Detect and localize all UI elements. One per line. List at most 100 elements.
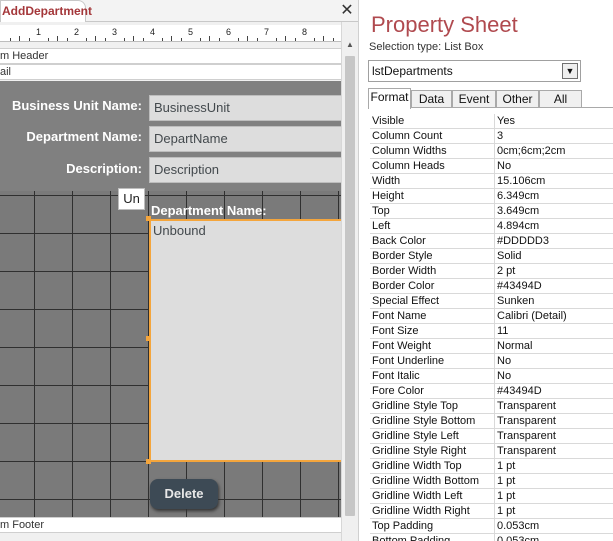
property-value[interactable]: Calibri (Detail): [494, 309, 613, 323]
property-value[interactable]: 1 pt: [494, 459, 613, 473]
property-value[interactable]: 3: [494, 129, 613, 143]
delete-button[interactable]: Delete: [150, 479, 218, 509]
designer-vertical-scrollbar[interactable]: ▲: [341, 22, 358, 541]
property-row[interactable]: Visible Yes: [370, 114, 613, 129]
description-textbox[interactable]: Description: [149, 157, 345, 183]
tab-event[interactable]: Event: [452, 90, 496, 108]
property-value[interactable]: 11: [494, 324, 613, 338]
property-value[interactable]: 1 pt: [494, 489, 613, 503]
property-row[interactable]: Left 4.894cm: [370, 219, 613, 234]
scrollbar-thumb[interactable]: [345, 56, 355, 516]
tab-all[interactable]: All: [539, 90, 582, 108]
property-value[interactable]: 0cm;6cm;2cm: [494, 144, 613, 158]
form-header-section-bar[interactable]: m Header: [0, 48, 341, 64]
tab-format[interactable]: Format: [368, 88, 411, 109]
ruler-tick: [180, 38, 182, 41]
department-name-label[interactable]: Department Name:: [8, 129, 142, 144]
property-row[interactable]: Gridline Style Left Transparent: [370, 429, 613, 444]
property-value[interactable]: #DDDDD3: [494, 234, 613, 248]
property-value[interactable]: 3.649cm: [494, 204, 613, 218]
property-name: Border Style: [372, 250, 433, 262]
property-name: Special Effect: [372, 295, 440, 307]
property-value[interactable]: 1 pt: [494, 474, 613, 488]
property-row[interactable]: Gridline Width Right 1 pt: [370, 504, 613, 519]
property-row[interactable]: Gridline Width Bottom 1 pt: [370, 474, 613, 489]
form-footer-section-bar[interactable]: m Footer: [0, 517, 341, 533]
ruler-tick: [218, 38, 220, 41]
property-value[interactable]: Transparent: [494, 429, 613, 443]
property-row[interactable]: Top Padding 0.053cm: [370, 519, 613, 534]
property-value[interactable]: 2 pt: [494, 264, 613, 278]
resize-handle[interactable]: [146, 336, 151, 341]
property-row[interactable]: Border Width 2 pt: [370, 264, 613, 279]
property-row[interactable]: Bottom Padding 0.053cm: [370, 534, 613, 541]
property-row[interactable]: Height 6.349cm: [370, 189, 613, 204]
detail-section-bar[interactable]: ail: [0, 64, 341, 80]
property-value[interactable]: 1 pt: [494, 504, 613, 518]
ruler-tick: [9, 38, 11, 41]
property-value[interactable]: Normal: [494, 339, 613, 353]
property-row[interactable]: Font Italic No: [370, 369, 613, 384]
close-icon[interactable]: ✕: [338, 1, 356, 21]
business-unit-label[interactable]: Business Unit Name:: [8, 98, 142, 113]
property-row[interactable]: Font Name Calibri (Detail): [370, 309, 613, 324]
property-row[interactable]: Border Style Solid: [370, 249, 613, 264]
property-name: Width: [372, 175, 401, 187]
list-department-name-label[interactable]: Department Name:: [151, 203, 267, 218]
property-value[interactable]: 15.106cm: [494, 174, 613, 188]
unbound-small-textbox[interactable]: Un: [118, 188, 145, 210]
property-value[interactable]: Transparent: [494, 444, 613, 458]
property-value[interactable]: Transparent: [494, 399, 613, 413]
property-value[interactable]: 4.894cm: [494, 219, 613, 233]
property-value[interactable]: Solid: [494, 249, 613, 263]
chevron-down-icon[interactable]: ▼: [562, 63, 578, 79]
property-value[interactable]: #43494D: [494, 279, 613, 293]
property-name: Gridline Style Bottom: [372, 415, 476, 427]
property-row[interactable]: Gridline Width Left 1 pt: [370, 489, 613, 504]
department-name-textbox[interactable]: DepartName: [149, 126, 345, 152]
property-row[interactable]: Special Effect Sunken: [370, 294, 613, 309]
property-row[interactable]: Gridline Style Bottom Transparent: [370, 414, 613, 429]
property-row[interactable]: Font Size 11: [370, 324, 613, 339]
resize-handle[interactable]: [146, 459, 151, 464]
property-row[interactable]: Gridline Style Right Transparent: [370, 444, 613, 459]
property-row[interactable]: Width 15.106cm: [370, 174, 613, 189]
property-row[interactable]: Column Heads No: [370, 159, 613, 174]
property-row[interactable]: Gridline Width Top 1 pt: [370, 459, 613, 474]
property-value[interactable]: No: [494, 159, 613, 173]
ruler-tick: [285, 36, 286, 41]
property-name: Column Widths: [372, 145, 447, 157]
property-value[interactable]: #43494D: [494, 384, 613, 398]
property-value[interactable]: 0.053cm: [494, 519, 613, 533]
object-selector-dropdown[interactable]: lstDepartments ▼: [368, 60, 581, 82]
scroll-up-icon[interactable]: ▲: [342, 40, 358, 52]
property-value[interactable]: Transparent: [494, 414, 613, 428]
property-row[interactable]: Font Weight Normal: [370, 339, 613, 354]
property-value[interactable]: 6.349cm: [494, 189, 613, 203]
property-row[interactable]: Column Count 3: [370, 129, 613, 144]
selected-object-name: lstDepartments: [372, 64, 453, 78]
property-grid: Visible Yes Column Count 3 Column Widths 0cm;…: [370, 114, 613, 541]
property-row[interactable]: Top 3.649cm: [370, 204, 613, 219]
tab-other[interactable]: Other: [496, 90, 539, 108]
property-row[interactable]: Back Color #DDDDD3: [370, 234, 613, 249]
property-row[interactable]: Border Color #43494D: [370, 279, 613, 294]
property-name: Fore Color: [372, 385, 424, 397]
document-tab-adddepartment[interactable]: AddDepartment: [0, 0, 92, 22]
business-unit-textbox[interactable]: BusinessUnit: [149, 95, 345, 121]
property-row[interactable]: Fore Color #43494D: [370, 384, 613, 399]
property-value[interactable]: Yes: [494, 114, 613, 128]
tab-data[interactable]: Data: [411, 90, 452, 108]
property-value[interactable]: Sunken: [494, 294, 613, 308]
property-row[interactable]: Gridline Style Top Transparent: [370, 399, 613, 414]
ruler-tick: [104, 38, 106, 41]
property-row[interactable]: Column Widths 0cm;6cm;2cm: [370, 144, 613, 159]
property-value[interactable]: 0.053cm: [494, 534, 613, 541]
lstdepartments-listbox[interactable]: Unbound: [149, 219, 345, 462]
property-value[interactable]: No: [494, 369, 613, 383]
resize-handle[interactable]: [146, 216, 151, 221]
property-value[interactable]: No: [494, 354, 613, 368]
listbox-value: Unbound: [153, 223, 206, 238]
description-label[interactable]: Description:: [8, 161, 142, 176]
property-row[interactable]: Font Underline No: [370, 354, 613, 369]
